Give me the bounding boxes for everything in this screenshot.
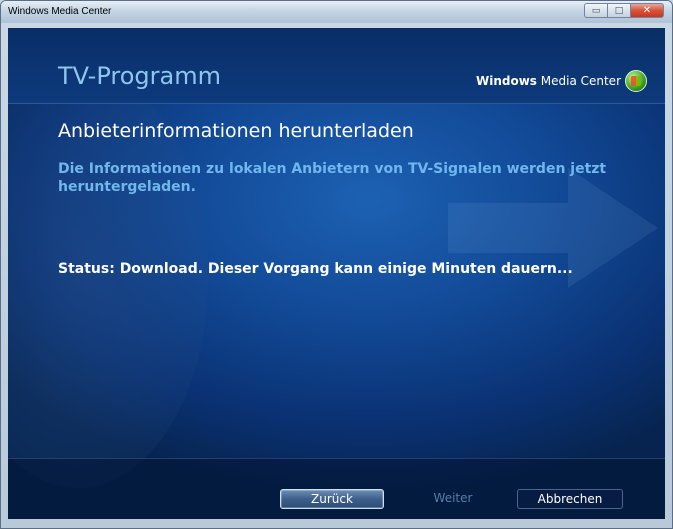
brand-text-rest: Media Center [536,74,621,88]
cancel-button[interactable]: Abbrechen [517,489,623,509]
window-bottom-frame [1,519,672,528]
brand-logo: Windows Media Center [476,69,647,93]
window-controls: ▭ □ ✕ [584,3,664,18]
title-bar[interactable]: Windows Media Center ▭ □ ✕ [1,1,672,23]
description-text: Die Informationen zu lokalen Anbietern v… [58,161,607,195]
next-button[interactable]: Weiter [416,489,490,509]
brand-text: Windows Media Center [476,74,621,88]
minimize-button[interactable]: ▭ [584,3,607,18]
close-button[interactable]: ✕ [630,3,664,18]
maximize-button[interactable]: □ [607,3,630,18]
section-heading: Anbieterinformationen herunterladen [58,120,414,142]
back-button[interactable]: Zurück [280,489,384,509]
app-window: Windows Media Center ▭ □ ✕ TV-Programm W… [0,0,673,529]
header-band: TV-Programm Windows Media Center [8,28,665,104]
page-title: TV-Programm [58,62,221,90]
status-text: Status: Download. Dieser Vorgang kann ei… [58,261,573,277]
windows-flag-mark [631,76,641,86]
window-title: Windows Media Center [8,6,112,17]
brand-text-bold: Windows [475,74,537,88]
windows-flag-icon [625,70,647,92]
media-center-panel: TV-Programm Windows Media Center Anbiete… [8,28,665,519]
